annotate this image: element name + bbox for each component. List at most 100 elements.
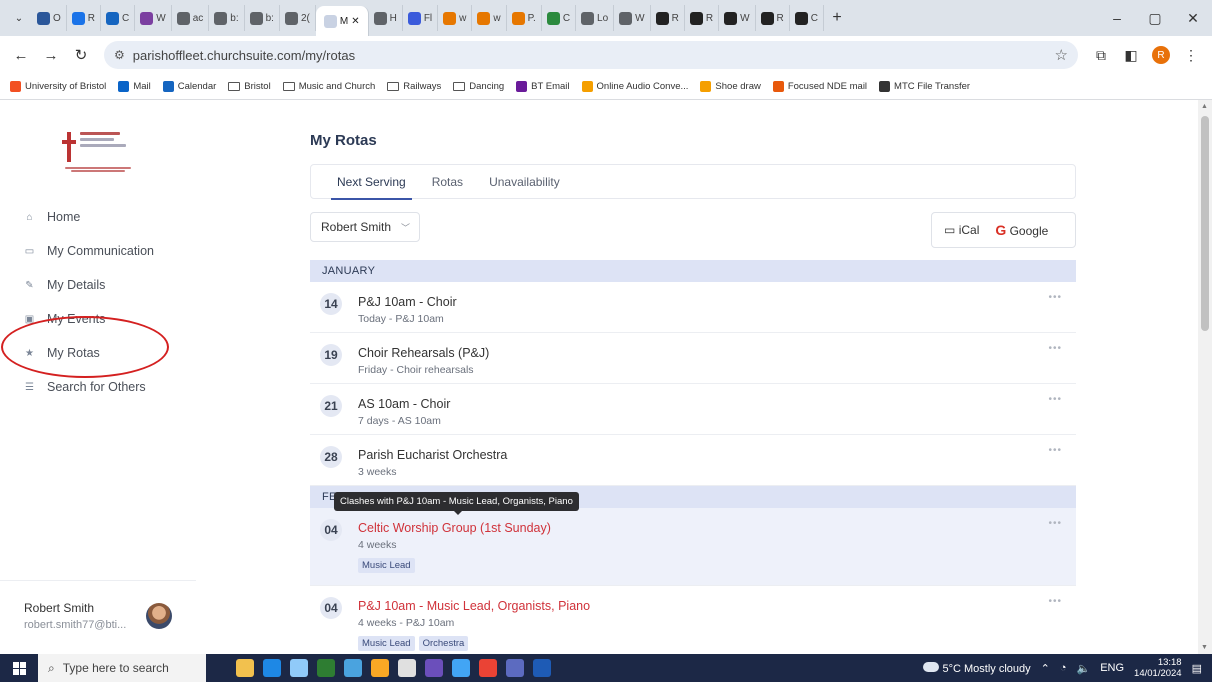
browser-tab[interactable]: R xyxy=(651,5,685,31)
browser-tab[interactable]: Lo xyxy=(576,5,615,31)
bookmark-item[interactable]: University of Bristol xyxy=(10,81,106,92)
taskbar-app-icon[interactable] xyxy=(344,659,362,677)
event-title[interactable]: Choir Rehearsals (P&J) xyxy=(358,346,489,360)
browser-tab[interactable]: C xyxy=(790,5,825,31)
notifications-icon[interactable]: ▤ xyxy=(1192,662,1202,675)
person-select[interactable]: Robert Smith ﹀ xyxy=(310,212,420,242)
side-panel-icon[interactable]: ◧ xyxy=(1118,42,1144,68)
restore-button[interactable]: ▢ xyxy=(1136,10,1174,27)
close-tab-icon[interactable]: ✕ xyxy=(351,16,359,27)
browser-tab[interactable]: W xyxy=(614,5,651,31)
bookmark-item[interactable]: Mail xyxy=(118,81,151,92)
browser-tab[interactable]: w xyxy=(438,5,473,31)
scroll-down-icon[interactable]: ▼ xyxy=(1201,644,1208,651)
taskbar-app-icon[interactable] xyxy=(506,659,524,677)
rota-event-row[interactable]: 04 P&J 10am - Music Lead, Organists, Pian… xyxy=(310,586,1076,664)
browser-tab[interactable]: C xyxy=(542,5,577,31)
user-account-box[interactable]: Robert Smith robert.smith77@bti... xyxy=(0,580,196,654)
browser-menu-icon[interactable]: ⋮ xyxy=(1178,42,1204,68)
avatar[interactable] xyxy=(146,603,172,629)
more-options-icon[interactable]: ••• xyxy=(1048,445,1062,456)
more-options-icon[interactable]: ••• xyxy=(1048,394,1062,405)
sidebar-item-home[interactable]: ⌂ Home xyxy=(24,200,154,234)
taskbar-app-icon[interactable] xyxy=(533,659,551,677)
reload-button[interactable]: ↻ xyxy=(68,42,94,68)
taskbar-app-icon[interactable] xyxy=(479,659,497,677)
browser-tab[interactable]: R xyxy=(67,5,102,31)
scroll-up-icon[interactable]: ▲ xyxy=(1201,103,1208,110)
event-title[interactable]: P&J 10am - Music Lead, Organists, Piano xyxy=(358,599,590,613)
page-scrollbar[interactable]: ▲ ▼ xyxy=(1198,100,1212,654)
bookmark-item[interactable]: Shoe draw xyxy=(700,81,761,92)
browser-tab[interactable]: O xyxy=(32,5,67,31)
bookmark-item[interactable]: Online Audio Conve... xyxy=(581,81,688,92)
rota-event-row[interactable]: 21 AS 10am - Choir 7 days - AS 10am ••• xyxy=(310,384,1076,435)
taskbar-app-icon[interactable] xyxy=(398,659,416,677)
more-options-icon[interactable]: ••• xyxy=(1048,343,1062,354)
language-indicator[interactable]: ENG xyxy=(1100,662,1124,674)
browser-tab[interactable]: W xyxy=(719,5,756,31)
google-button[interactable]: G Google xyxy=(995,222,1048,238)
browser-tab[interactable]: M ✕ xyxy=(315,6,369,36)
taskbar-app-icon[interactable] xyxy=(236,659,254,677)
new-tab-button[interactable]: + xyxy=(824,9,850,27)
back-button[interactable]: ← xyxy=(8,42,34,68)
tab-rotas[interactable]: Rotas xyxy=(422,165,473,199)
more-options-icon[interactable]: ••• xyxy=(1048,596,1062,607)
bookmark-item[interactable]: Bristol xyxy=(228,81,271,92)
clock[interactable]: 13:18 14/01/2024 xyxy=(1134,657,1182,679)
sidebar-item-my-communication[interactable]: ▭ My Communication xyxy=(24,234,154,268)
network-icon[interactable]: ◔ xyxy=(1060,662,1067,674)
start-button[interactable] xyxy=(0,654,38,682)
tab-search-button[interactable]: ⌄ xyxy=(6,5,32,31)
browser-tab[interactable]: R xyxy=(685,5,720,31)
taskbar-search[interactable]: ⌕ Type here to search xyxy=(38,654,206,682)
forward-button[interactable]: → xyxy=(38,42,64,68)
extensions-icon[interactable]: ⧉ xyxy=(1088,42,1114,68)
tab-unavailability[interactable]: Unavailability xyxy=(479,165,570,199)
event-title[interactable]: Parish Eucharist Orchestra xyxy=(358,448,507,462)
taskbar-app-icon[interactable] xyxy=(290,659,308,677)
bookmark-item[interactable]: Calendar xyxy=(162,81,216,92)
tray-chevron-icon[interactable]: ⌃ xyxy=(1041,662,1050,675)
browser-tab[interactable]: Fl xyxy=(403,5,439,31)
rota-event-row[interactable]: 19 Choir Rehearsals (P&J) Friday - Choir r… xyxy=(310,333,1076,384)
browser-tab[interactable]: P. xyxy=(507,5,542,31)
browser-tab[interactable]: R xyxy=(756,5,790,31)
event-title[interactable]: AS 10am - Choir xyxy=(358,397,450,411)
bookmark-item[interactable]: BT Email xyxy=(516,81,570,92)
bookmark-item[interactable]: Music and Church xyxy=(282,81,375,92)
volume-icon[interactable]: 🔈 xyxy=(1077,662,1091,675)
profile-avatar[interactable]: R xyxy=(1148,42,1174,68)
browser-tab[interactable]: b: xyxy=(245,5,280,31)
site-info-icon[interactable]: ⚙ xyxy=(114,48,125,62)
rota-event-row[interactable]: 14 P&J 10am - Choir Today - P&J 10am ••• xyxy=(310,282,1076,333)
close-window-button[interactable]: ✕ xyxy=(1174,10,1212,27)
parish-logo[interactable] xyxy=(52,130,142,176)
weather-widget[interactable]: 5°C Mostly cloudy xyxy=(923,661,1031,675)
more-options-icon[interactable]: ••• xyxy=(1048,292,1062,303)
url-omnibox[interactable]: ⚙ parishoffleet.churchsuite.com/my/rotas… xyxy=(104,41,1078,69)
browser-tab[interactable]: 2( xyxy=(280,5,316,31)
ical-button[interactable]: ▭ iCal xyxy=(944,223,979,237)
bookmark-item[interactable]: MTC File Transfer xyxy=(879,81,970,92)
browser-tab[interactable]: H xyxy=(369,5,403,31)
scrollbar-thumb[interactable] xyxy=(1201,116,1209,331)
event-title[interactable]: Celtic Worship Group (1st Sunday) xyxy=(358,521,551,535)
taskbar-app-icon[interactable] xyxy=(263,659,281,677)
sidebar-item-my-details[interactable]: ✎ My Details xyxy=(24,268,154,302)
tab-next-serving[interactable]: Next Serving xyxy=(327,165,416,200)
bookmark-item[interactable]: Focused NDE mail xyxy=(772,81,867,92)
browser-tab[interactable]: ac xyxy=(172,5,210,31)
rota-event-row[interactable]: 04 Celtic Worship Group (1st Sunday) 4 wee… xyxy=(310,508,1076,586)
bookmark-item[interactable]: Railways xyxy=(387,81,441,92)
browser-tab[interactable]: W xyxy=(135,5,172,31)
browser-tab[interactable]: w xyxy=(472,5,507,31)
taskbar-app-icon[interactable] xyxy=(317,659,335,677)
taskbar-app-icon[interactable] xyxy=(425,659,443,677)
event-title[interactable]: P&J 10am - Choir xyxy=(358,295,457,309)
url-text[interactable]: parishoffleet.churchsuite.com/my/rotas xyxy=(133,48,1047,63)
browser-tab[interactable]: b: xyxy=(209,5,245,31)
taskbar-app-icon[interactable] xyxy=(371,659,389,677)
browser-tab[interactable]: C xyxy=(101,5,136,31)
